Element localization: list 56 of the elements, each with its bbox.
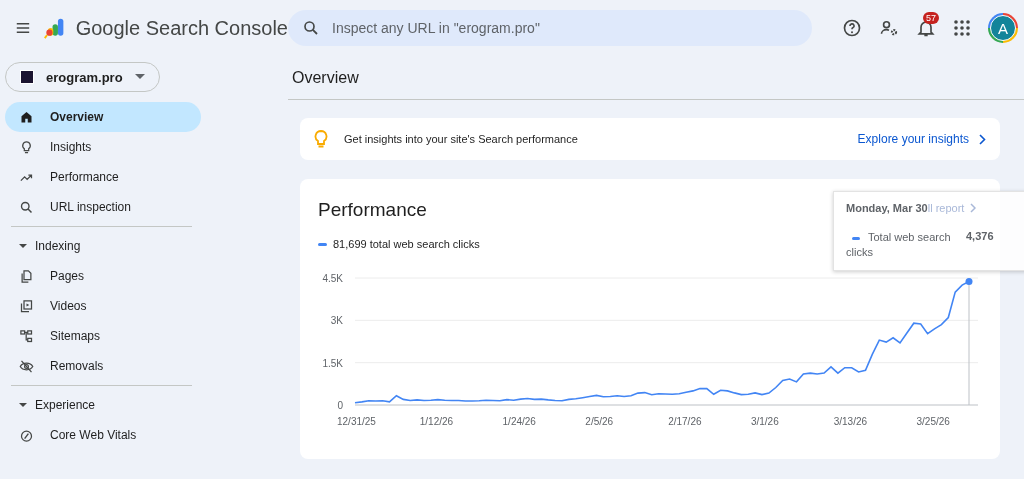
axis-label: 4.5K [322, 273, 343, 284]
menu-icon[interactable] [16, 21, 30, 35]
page-title: Overview [288, 56, 1024, 100]
chevron-icon [970, 203, 977, 213]
nav-item[interactable]: Sitemaps [5, 321, 201, 351]
lightbulb-icon [19, 139, 34, 155]
nav-item[interactable]: Pages [5, 261, 201, 291]
nav-item[interactable]: Performance [5, 162, 201, 192]
nav-item[interactable]: Videos [5, 291, 201, 321]
axis-label: 12/31/25 [337, 416, 376, 427]
card-title: Performance [318, 199, 427, 221]
home-icon [19, 109, 34, 125]
nav-item[interactable]: Insights [5, 132, 201, 162]
notification-badge: 57 [923, 12, 939, 24]
tooltip-value: 4,376 [966, 230, 994, 244]
caret-icon [134, 74, 145, 80]
nav-item[interactable]: Removals [5, 351, 201, 381]
nav-item[interactable]: Overview [5, 102, 201, 132]
apps-icon[interactable] [953, 19, 971, 37]
legend-label: 81,699 total web search clicks [333, 238, 480, 250]
search-icon [302, 19, 320, 37]
axis-label: 1/12/26 [419, 416, 454, 427]
chevron-icon [979, 133, 986, 145]
account-avatar[interactable]: A [988, 13, 1018, 43]
axis-label: 3/25/26 [916, 416, 950, 427]
app-title: Google Search Console [75, 16, 288, 40]
axis-label: 2/5/26 [585, 416, 614, 427]
axis-label: 3/13/26 [833, 416, 868, 427]
help-icon[interactable] [842, 18, 862, 38]
lightbulb-icon [314, 130, 328, 148]
axis-label: 1/24/26 [502, 416, 536, 427]
section-heading[interactable]: Experience [35, 398, 96, 412]
axis-label: 3/1/26 [750, 416, 779, 427]
axis-label: 0 [337, 400, 343, 411]
eye-off-icon [19, 358, 34, 374]
banner-text: Get insights into your site's Search performance [344, 133, 578, 145]
insights-link[interactable]: Explore your insights [857, 132, 986, 146]
nav-item[interactable]: Core Web Vitals [5, 420, 201, 450]
data-point [965, 278, 973, 285]
axis-label: 1.5K [322, 357, 343, 369]
tooltip-series: Total web search clicks [846, 230, 952, 260]
video-library-icon [19, 298, 34, 314]
search-icon [19, 199, 34, 215]
caret-icon[interactable] [19, 242, 27, 250]
legend-icon [318, 242, 327, 246]
axis-label: 3K [330, 315, 343, 327]
search-field[interactable]: Inspect any URL in "erogram.pro" [288, 10, 812, 46]
section-heading[interactable]: Indexing [35, 239, 81, 253]
gauge-icon [19, 427, 34, 443]
pages-icon [19, 268, 34, 284]
tooltip-date: Monday, Mar 30 [846, 202, 928, 214]
caret-icon[interactable] [19, 401, 27, 409]
nav-item[interactable]: URL inspection [5, 192, 201, 222]
user-settings-icon[interactable] [879, 18, 899, 38]
sitemap-icon [19, 328, 34, 344]
axis-label: 2/17/26 [668, 416, 702, 427]
